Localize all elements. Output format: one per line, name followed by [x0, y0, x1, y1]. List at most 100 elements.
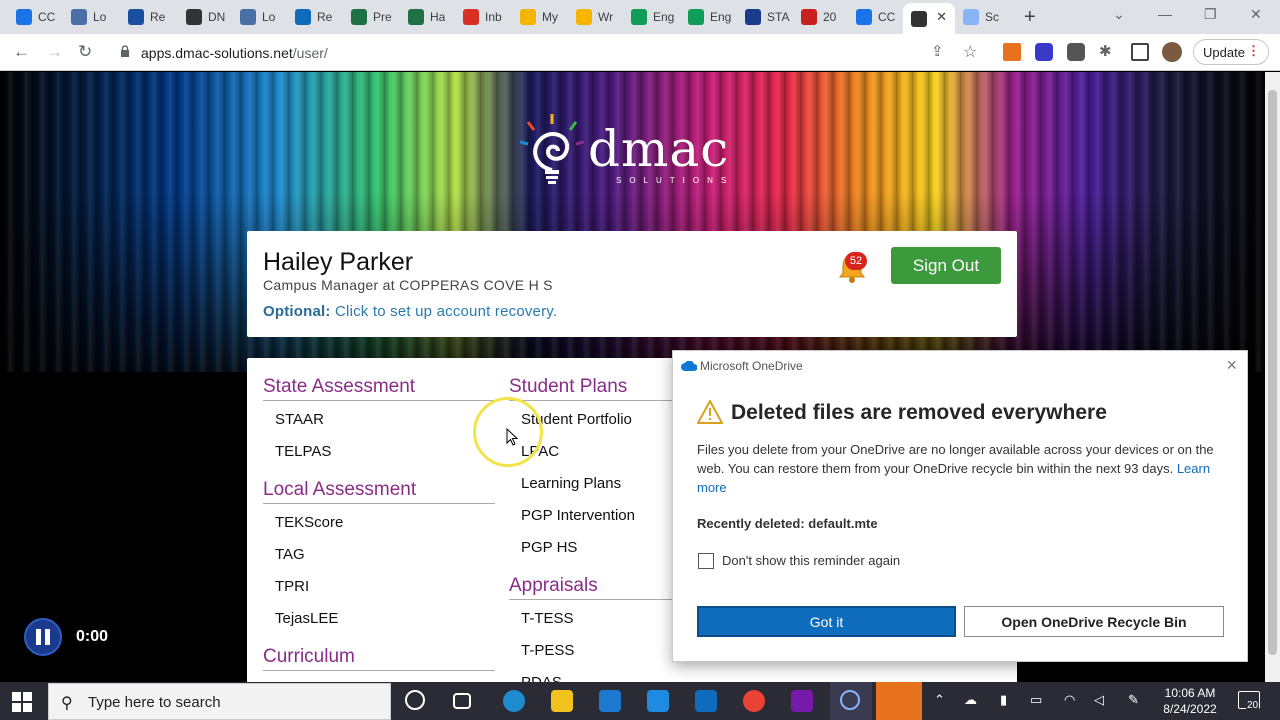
close-window-icon[interactable]: ✕ [1250, 6, 1262, 23]
outlook-icon[interactable] [695, 690, 717, 712]
lightbulb-swirl-icon [520, 114, 584, 184]
link-tejaslee[interactable]: TejasLEE [275, 610, 338, 627]
link-t-tess[interactable]: T-TESS [521, 610, 574, 627]
got-it-button[interactable]: Got it [697, 606, 956, 637]
scrollbar-thumb[interactable] [1268, 90, 1277, 655]
minimize-icon[interactable]: — [1158, 6, 1172, 22]
file-explorer-icon[interactable] [551, 690, 573, 712]
taskbar-clock[interactable]: 10:06 AM 8/24/2022 [1158, 685, 1222, 717]
tab-search-icon[interactable]: ⌄ [1113, 6, 1125, 23]
link-pgp-hs[interactable]: PGP HS [521, 539, 577, 556]
open-recycle-bin-button[interactable]: Open OneDrive Recycle Bin [964, 606, 1224, 637]
folder-active-icon[interactable] [876, 682, 922, 720]
sheets-icon [631, 9, 647, 25]
megaphone-extension-icon[interactable] [1003, 43, 1021, 61]
new-tab-button[interactable]: + [1024, 7, 1036, 27]
link-tag[interactable]: TAG [275, 546, 305, 563]
browser-tab[interactable]: Sc [955, 5, 1009, 29]
sheets-icon [688, 9, 704, 25]
browser-tab[interactable]: My [512, 5, 566, 29]
browser-tab-label: Inb [485, 10, 502, 24]
browser-tab[interactable]: CC [848, 5, 901, 29]
onedrive-tray-icon[interactable]: ☁ [964, 692, 977, 708]
task-view-icon[interactable] [453, 693, 471, 709]
side-panel-icon[interactable] [1131, 43, 1149, 61]
update-button[interactable]: Update ⋮ [1193, 39, 1269, 65]
link-t-pess[interactable]: T-PESS [521, 642, 574, 659]
link-tpri[interactable]: TPRI [275, 578, 309, 595]
restore-icon[interactable]: ❐ [1204, 6, 1217, 23]
pause-recording-button[interactable] [24, 618, 62, 656]
profile-avatar[interactable] [1162, 42, 1182, 62]
dialog-close-icon[interactable]: × [1226, 355, 1237, 376]
browser-tab[interactable]: Wr [568, 5, 621, 29]
tab-close-icon[interactable]: ✕ [936, 9, 947, 25]
bookmark-star-icon[interactable]: ☆ [963, 42, 977, 62]
browser-tab-label: DN [208, 10, 226, 24]
browser-tab[interactable]: Inb [455, 5, 510, 29]
drive-icon [576, 9, 592, 25]
browser-tab[interactable]: STA [737, 5, 791, 29]
page-scrollbar[interactable] [1265, 72, 1280, 682]
mail-icon[interactable] [647, 690, 669, 712]
section-state-assessment: State Assessment [263, 376, 495, 401]
more-menu-icon[interactable]: ⋮ [1247, 43, 1260, 59]
chrome-globe-icon [16, 9, 32, 25]
browser-tab[interactable]: Pre [343, 5, 398, 29]
browser-tab[interactable]: CC [8, 5, 62, 29]
browser-tab[interactable]: 20 [793, 5, 846, 29]
dont-show-label[interactable]: Don't show this reminder again [722, 553, 900, 568]
link-learning-plans[interactable]: Learning Plans [521, 475, 621, 492]
link-pgp-intervention[interactable]: PGP Intervention [521, 507, 635, 524]
link-tekscore[interactable]: TEKScore [275, 514, 343, 531]
onenote-icon[interactable] [791, 690, 813, 712]
pen-icon[interactable]: ✎ [1128, 692, 1139, 708]
cortana-icon[interactable] [405, 690, 425, 710]
recovery-prefix: Optional: [263, 303, 331, 320]
browser-tab[interactable]: Ha [400, 5, 453, 29]
wave-icon [71, 9, 87, 25]
link-staar[interactable]: STAAR [275, 411, 324, 428]
reload-icon[interactable]: ↻ [78, 42, 92, 62]
share-icon[interactable]: ⇪ [931, 42, 944, 60]
user-role: Campus Manager at COPPERAS COVE H S [263, 277, 553, 293]
browser-tab[interactable]: Re [287, 5, 341, 29]
screen-recorder: 0:00 [24, 618, 108, 656]
taskbar-search-box[interactable]: ⚲ Type here to search [48, 683, 391, 720]
clock-date: 8/24/2022 [1163, 702, 1217, 716]
wave-icon [240, 9, 256, 25]
chrome-icon[interactable] [743, 690, 765, 712]
screen-extension-icon[interactable] [1067, 43, 1085, 61]
tray-chevron-icon[interactable]: ⌃ [934, 692, 945, 708]
browser-tab[interactable]: Re [120, 5, 174, 29]
dialog-title: Microsoft OneDrive [700, 359, 803, 373]
usb-icon[interactable]: ▮ [1000, 692, 1007, 708]
url-path: /user/ [292, 45, 328, 61]
link-pdas[interactable]: PDAS [521, 674, 562, 682]
wifi-icon[interactable]: ◠ [1064, 692, 1075, 708]
browser-tab[interactable]: Eng [680, 5, 735, 29]
browser-tab-label: My [542, 10, 558, 24]
tea-icon [745, 9, 761, 25]
browser-tab[interactable]: Eng [623, 5, 678, 29]
browser-tab[interactable]: Lo [232, 5, 286, 29]
edge-icon[interactable] [503, 690, 525, 712]
battery-icon[interactable]: ▭ [1030, 692, 1042, 708]
account-recovery-link[interactable]: Optional: Click to set up account recove… [263, 303, 557, 320]
browser-tab[interactable]: DN [178, 5, 230, 29]
sign-out-button[interactable]: Sign Out [891, 247, 1001, 284]
browser-tab[interactable]: Lo [63, 5, 117, 29]
forward-icon[interactable]: → [46, 42, 63, 62]
browser-tab[interactable]: ✕ [903, 3, 955, 34]
gmail-icon [463, 9, 479, 25]
address-bar[interactable]: apps.dmac-solutions.net/user/ [110, 38, 1005, 66]
back-icon[interactable]: ← [13, 42, 30, 62]
link-telpas[interactable]: TELPAS [275, 443, 331, 460]
extensions-puzzle-icon[interactable]: ✱ [1099, 42, 1112, 60]
c-extension-icon[interactable] [1035, 43, 1053, 61]
windows-start-icon[interactable] [12, 692, 32, 712]
volume-icon[interactable]: ◁ [1094, 692, 1104, 708]
dont-show-checkbox[interactable] [698, 553, 714, 569]
recording-timer: 0:00 [76, 628, 109, 645]
microsoft-store-icon[interactable] [599, 690, 621, 712]
